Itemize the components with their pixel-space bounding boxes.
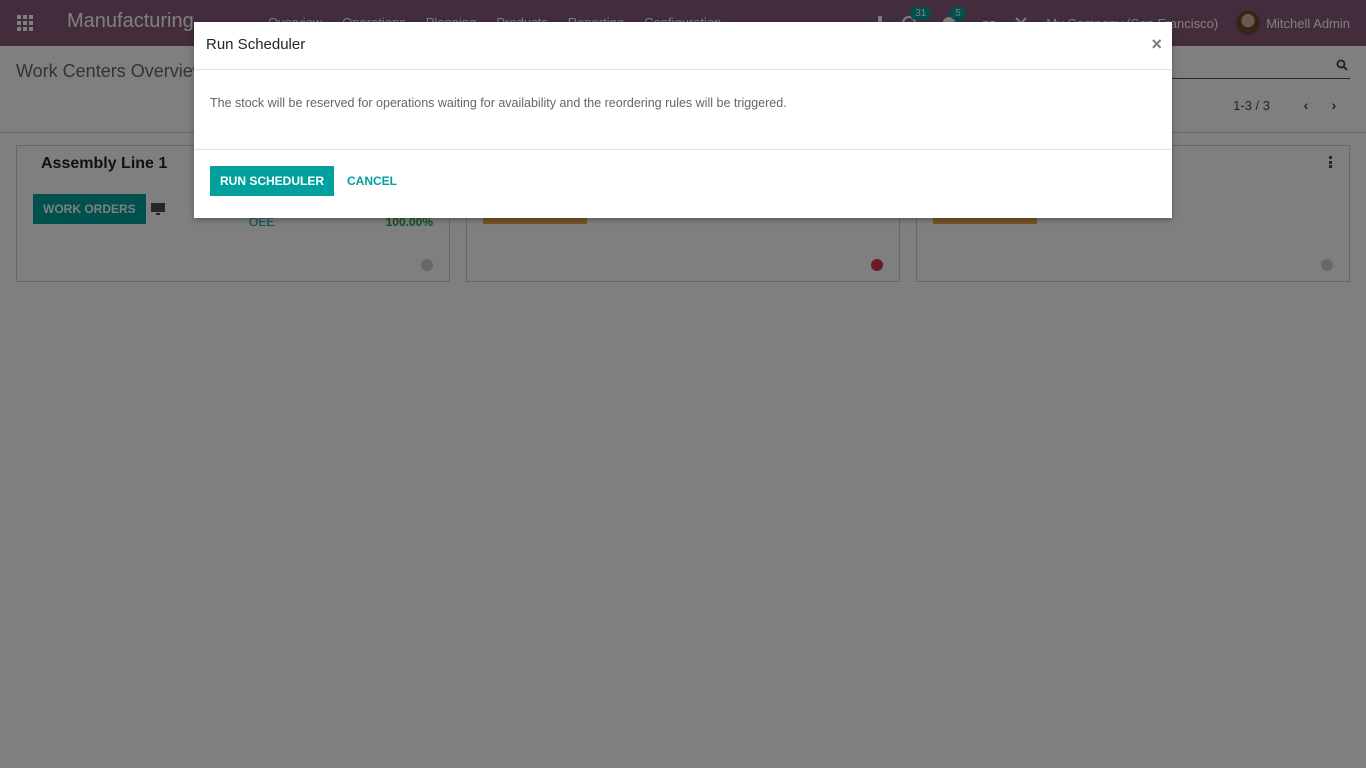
run-scheduler-button[interactable]: RUN SCHEDULER: [210, 166, 335, 196]
modal-header: Run Scheduler ×: [194, 22, 1172, 70]
modal-body: The stock will be reserved for operation…: [194, 70, 1172, 150]
modal-footer: RUN SCHEDULER CANCEL: [194, 150, 1172, 218]
modal-title: Run Scheduler: [206, 36, 306, 53]
close-icon[interactable]: ×: [1151, 34, 1162, 55]
cancel-button[interactable]: CANCEL: [347, 174, 397, 188]
run-scheduler-dialog: Run Scheduler × The stock will be reserv…: [194, 22, 1172, 218]
modal-message: The stock will be reserved for operation…: [210, 96, 787, 110]
